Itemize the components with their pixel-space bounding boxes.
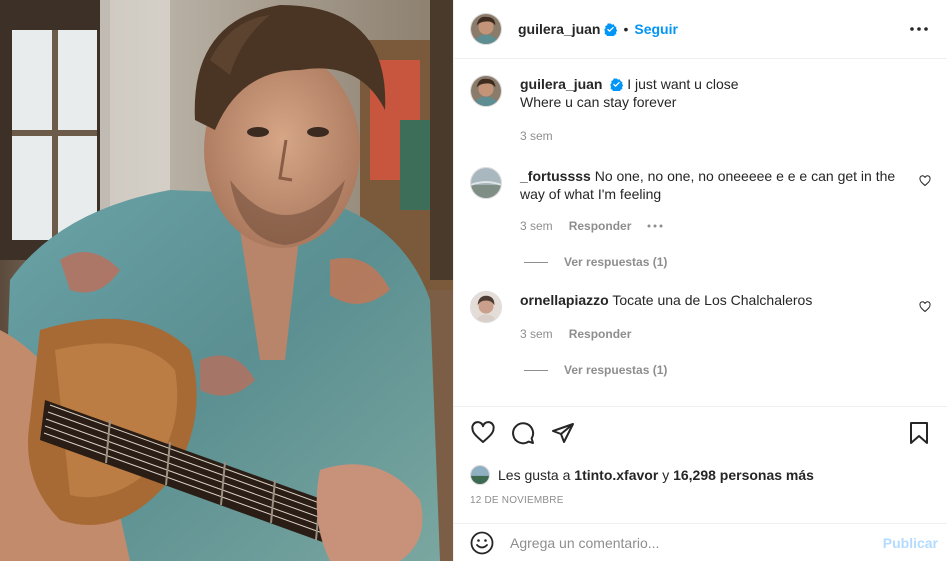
header-separator: • (623, 21, 629, 37)
comment-options-icon (647, 224, 663, 228)
caption-author-avatar-image (471, 76, 501, 106)
bookmark-icon (910, 422, 928, 444)
view-replies-label: Ver respuestas (1) (564, 363, 668, 377)
post-date[interactable]: 12 de noviembre (470, 495, 932, 506)
caption-time[interactable]: 3 sem (520, 127, 553, 145)
comment-options-button[interactable] (647, 224, 663, 228)
post-photo[interactable] (0, 0, 453, 561)
action-bar (470, 413, 932, 453)
likes-count[interactable]: 16,298 personas más (673, 467, 814, 483)
share-icon (552, 423, 574, 443)
comment-item: _fortussss No one, no one, no oneeeee e … (470, 167, 931, 235)
author-avatar-image (471, 14, 501, 44)
view-replies-button[interactable]: Ver respuestas (1) (524, 255, 931, 269)
share-button[interactable] (550, 420, 576, 446)
commenter-avatar[interactable] (470, 291, 502, 323)
verified-badge-icon (610, 78, 624, 91)
comment-time[interactable]: 3 sem (520, 325, 553, 343)
liker-username[interactable]: 1tinto.xfavor (574, 467, 658, 483)
save-button[interactable] (906, 420, 932, 446)
like-button[interactable] (470, 420, 496, 446)
comment-body: _fortussss No one, no one, no oneeeee e … (520, 167, 931, 235)
comment-time[interactable]: 3 sem (520, 217, 553, 235)
post-header: guilera_juan • Seguir (454, 0, 947, 59)
commenter-avatar-image (471, 168, 501, 198)
reply-button[interactable]: Responder (569, 217, 632, 235)
more-options-button[interactable] (907, 17, 931, 41)
view-replies-label: Ver respuestas (1) (564, 255, 668, 269)
liker-avatar-image (471, 466, 489, 484)
replies-divider-line (524, 261, 548, 263)
caption-line-2: Where u can stay forever (520, 94, 677, 110)
comment-like-icon[interactable] (919, 301, 931, 313)
caption-body: guilera_juan I just want u close Where u… (520, 75, 931, 145)
heart-icon (471, 421, 495, 443)
comment-item: ornellapiazzo Tocate una de Los Chalchal… (470, 291, 931, 343)
caption-author-avatar[interactable] (470, 75, 502, 107)
likes-summary: Les gusta a 1tinto.xfavor y 16,298 perso… (470, 465, 932, 485)
caption-username[interactable]: guilera_juan (520, 76, 602, 92)
commenter-avatar-image (471, 292, 501, 322)
comment-meta: 3 sem Responder (520, 217, 907, 235)
likes-prefix: Les gusta a (498, 467, 571, 483)
caption-meta: 3 sem (520, 127, 907, 145)
emoji-button[interactable] (470, 531, 494, 555)
follow-button[interactable]: Seguir (634, 21, 678, 37)
author-username[interactable]: guilera_juan (518, 21, 600, 37)
comment-body: ornellapiazzo Tocate una de Los Chalchal… (520, 291, 931, 343)
comment-text: Tocate una de Los Chalchaleros (612, 292, 813, 308)
replies-divider-line (524, 369, 548, 371)
post-image (0, 0, 453, 561)
caption-line-1: I just want u close (627, 76, 739, 92)
comment-meta: 3 sem Responder (520, 325, 907, 343)
post-actions: Les gusta a 1tinto.xfavor y 16,298 perso… (454, 406, 947, 524)
likes-middle: y (662, 467, 670, 483)
comment-icon (512, 422, 535, 445)
add-comment-bar: Publicar (454, 523, 947, 561)
post-side-panel: guilera_juan • Seguir guilera_juan I jus… (453, 0, 947, 561)
caption-item: guilera_juan I just want u close Where u… (470, 75, 931, 145)
publish-button[interactable]: Publicar (883, 535, 938, 551)
comment-username[interactable]: _fortussss (520, 168, 591, 184)
comment-like-icon[interactable] (919, 175, 931, 187)
comments-list[interactable]: guilera_juan I just want u close Where u… (454, 59, 947, 408)
more-options-icon (910, 27, 928, 31)
view-replies-button[interactable]: Ver respuestas (1) (524, 363, 931, 377)
comment-button[interactable] (510, 420, 536, 446)
comment-input[interactable] (510, 534, 883, 551)
commenter-avatar[interactable] (470, 167, 502, 199)
reply-button[interactable]: Responder (569, 325, 632, 343)
verified-badge-icon (604, 22, 618, 36)
author-avatar[interactable] (470, 13, 502, 45)
comment-username[interactable]: ornellapiazzo (520, 292, 609, 308)
emoji-icon (470, 531, 494, 554)
liker-avatar[interactable] (470, 465, 490, 485)
